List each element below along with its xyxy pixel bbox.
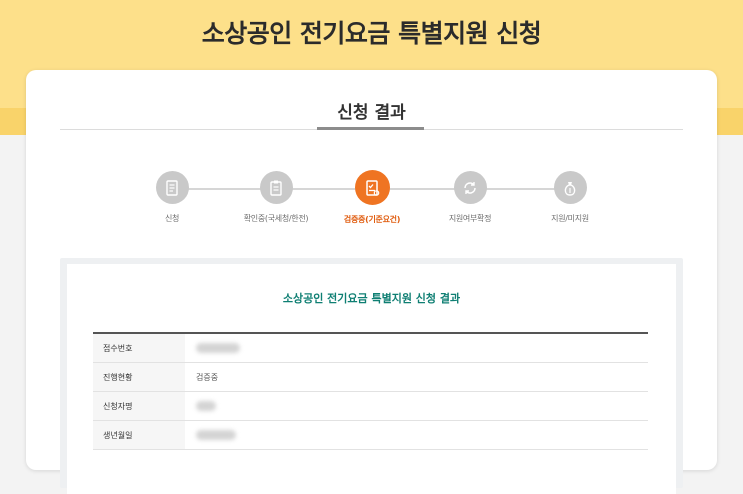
row-label: 신청자명 <box>93 392 185 420</box>
step-result: 지원/미지원 <box>510 171 630 224</box>
table-row: 접수번호 <box>93 334 648 363</box>
section-title: 신청 결과 <box>337 103 406 123</box>
row-value <box>185 392 648 420</box>
redacted-value <box>196 430 236 440</box>
row-value <box>185 421 648 449</box>
refresh-icon <box>453 171 487 204</box>
result-table: 접수번호 진행현황 검증중 신청자명 생년월일 <box>93 332 648 450</box>
money-bag-icon <box>553 171 587 204</box>
table-row: 신청자명 <box>93 392 648 421</box>
result-panel: 소상공인 전기요금 특별지원 신청 결과 접수번호 진행현황 검증중 신청자명 … <box>60 258 683 494</box>
result-title: 소상공인 전기요금 특별지원 신청 결과 <box>282 292 461 305</box>
table-row: 진행현황 검증중 <box>93 363 648 392</box>
step-label: 지원/미지원 <box>551 214 589 223</box>
redacted-value <box>196 401 216 411</box>
clipboard-icon <box>259 171 293 204</box>
row-label: 생년월일 <box>93 421 185 449</box>
step-label: 신청 <box>164 214 180 223</box>
page-title: 소상공인 전기요금 특별지원 신청 <box>201 19 542 48</box>
row-label: 진행현황 <box>93 363 185 391</box>
document-icon <box>155 171 189 204</box>
table-row: 생년월일 <box>93 421 648 450</box>
row-label: 접수번호 <box>93 334 185 362</box>
redacted-value <box>196 343 240 353</box>
result-panel-inner: 소상공인 전기요금 특별지원 신청 결과 접수번호 진행현황 검증중 신청자명 … <box>67 264 676 494</box>
checklist-icon <box>354 170 390 205</box>
step-apply: 신청 <box>112 171 232 224</box>
content-card: 신청 결과 신청 확인중(국세청/한전) 검증중(기준요건) 지원여부확정 지원… <box>26 70 717 494</box>
row-value: 검증중 <box>196 372 219 382</box>
section-divider-accent <box>317 127 424 130</box>
row-value <box>185 334 648 362</box>
